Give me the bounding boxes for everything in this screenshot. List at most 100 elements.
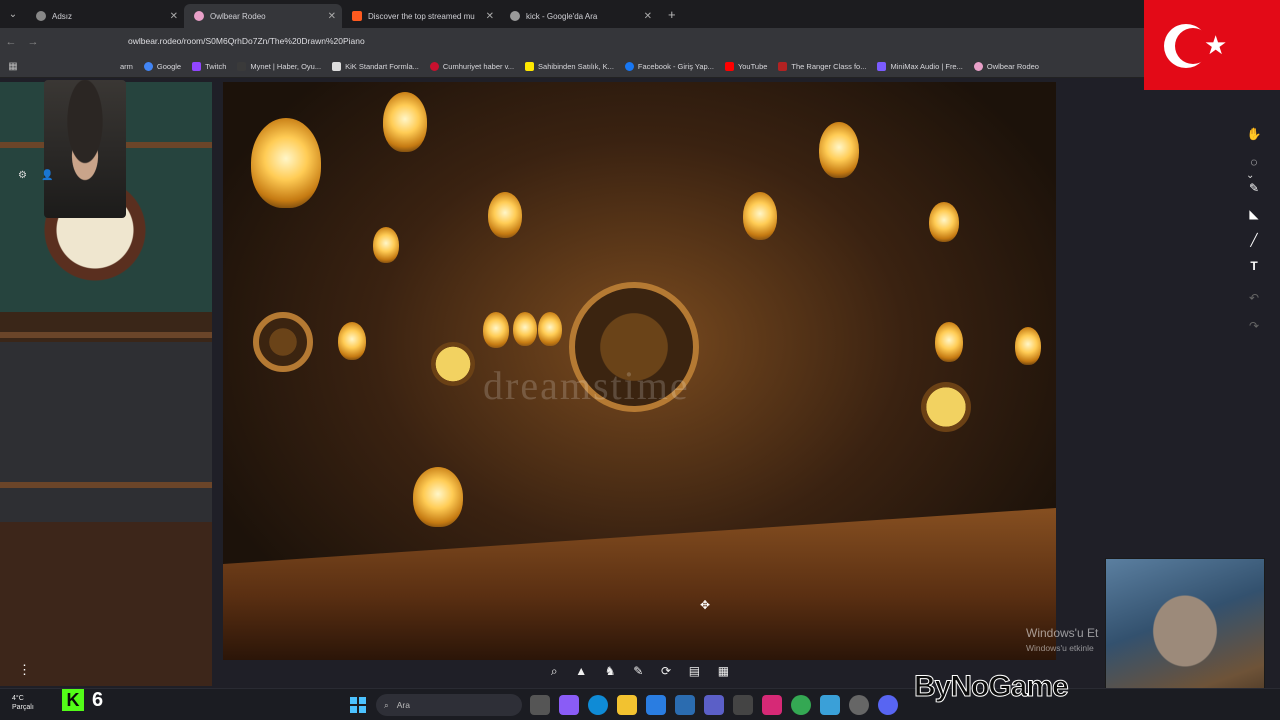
- kick-count: 6: [92, 689, 104, 711]
- vpn-icon[interactable]: [820, 695, 840, 715]
- app-icon[interactable]: [733, 695, 753, 715]
- lasso-icon[interactable]: ◌: [1246, 154, 1262, 170]
- bottom-toolbar: ⌕ ▲ ♞ ✎ ⟳ ▤ ▦: [542, 658, 738, 684]
- bookmark-label: arm: [120, 62, 133, 71]
- gear: [253, 312, 313, 372]
- turkish-flag-overlay: ★: [1144, 0, 1280, 90]
- bell-icon[interactable]: ▲: [575, 664, 587, 678]
- app-icon[interactable]: [849, 695, 869, 715]
- tab-favicon: [194, 11, 204, 21]
- bookmark-item[interactable]: Twitch: [192, 62, 226, 71]
- user-icon[interactable]: 👤: [41, 170, 53, 181]
- rotate-icon[interactable]: ⟳: [661, 664, 671, 678]
- edge-icon[interactable]: [588, 695, 608, 715]
- forward-icon[interactable]: →: [22, 36, 44, 48]
- bookmark-item[interactable]: MiniMax Audio | Fre...: [877, 62, 963, 71]
- weather-temp: 4°C: [12, 695, 24, 702]
- move-cursor-icon: ✥: [700, 598, 711, 612]
- bookmark-label: MiniMax Audio | Fre...: [890, 62, 963, 71]
- mail-icon[interactable]: [675, 695, 695, 715]
- twitch-icon: [192, 62, 202, 71]
- start-tile: [359, 706, 366, 713]
- url-field[interactable]: owlbear.rodeo/room/S0M6QrhDo7Zn/The%20Dr…: [128, 36, 365, 46]
- more-options-icon[interactable]: ⋮: [18, 662, 31, 678]
- back-icon[interactable]: ←: [0, 36, 22, 48]
- text-icon[interactable]: T: [1246, 258, 1262, 274]
- tab-close-icon[interactable]: ✕: [486, 11, 494, 22]
- tab-favicon: [36, 11, 46, 21]
- bookmark-item[interactable]: Facebook - Giriş Yap...: [624, 62, 714, 71]
- store-icon[interactable]: [646, 695, 666, 715]
- new-tab-button[interactable]: +: [668, 7, 676, 22]
- settings-icon[interactable]: ⚙: [18, 170, 27, 181]
- bookmark-label: KiK Standart Formla...: [345, 62, 419, 71]
- cumhuriyet-icon: [429, 62, 439, 71]
- light-bulb: [373, 227, 399, 263]
- bookmark-label: The Ranger Class fo...: [791, 62, 867, 71]
- measure-icon[interactable]: ◣: [1246, 206, 1262, 222]
- taskbar-search[interactable]: ⌕ Ara: [376, 694, 522, 716]
- tab-2[interactable]: Owlbear Rodeo ✕: [184, 4, 342, 28]
- tab-3[interactable]: Discover the top streamed mu ✕: [342, 4, 500, 28]
- bookmark-item[interactable]: arm: [120, 62, 133, 71]
- pencil-icon[interactable]: ✎: [1246, 180, 1262, 196]
- bookmark-label: Cumhuriyet haber v...: [442, 62, 515, 71]
- start-tile: [359, 697, 366, 704]
- grid-icon[interactable]: ▦: [718, 664, 729, 678]
- bookmark-item[interactable]: Sahibinden Satılık, K...: [525, 62, 614, 71]
- bookmark-item[interactable]: Mynet | Haber, Oyu...: [237, 62, 321, 71]
- apps-icon[interactable]: ▦: [0, 61, 26, 72]
- bookmark-item[interactable]: KiK Standart Formla...: [332, 62, 419, 71]
- bookmark-item[interactable]: Google: [143, 62, 181, 71]
- start-tile: [350, 706, 357, 713]
- bookmark-item[interactable]: Cumhuriyet haber v...: [429, 62, 515, 71]
- bynogame-logo: ByNoGame: [914, 670, 1070, 704]
- instagram-icon[interactable]: [762, 695, 782, 715]
- bookmark-label: Mynet | Haber, Oyu...: [250, 62, 322, 71]
- horse-icon[interactable]: ♞: [605, 664, 616, 678]
- weather-widget[interactable]: 4°C Parçalı: [12, 694, 34, 712]
- bookmark-item[interactable]: YouTube: [724, 62, 767, 71]
- bookmark-label: Owlbear Rodeo: [986, 62, 1039, 71]
- bookmark-item[interactable]: Owlbear Rodeo: [973, 62, 1039, 71]
- discord-icon[interactable]: [878, 695, 898, 715]
- redo-icon[interactable]: ↷: [1246, 318, 1262, 334]
- light-bulb: [743, 192, 777, 240]
- kik-icon: [332, 62, 342, 71]
- undo-icon[interactable]: ↶: [1246, 290, 1262, 306]
- tab-close-icon[interactable]: ✕: [644, 11, 652, 22]
- shelf: [0, 332, 212, 338]
- light-bulb: [413, 467, 463, 527]
- ranger-icon: [778, 62, 788, 71]
- task-view-icon[interactable]: [530, 695, 550, 715]
- tab-1[interactable]: Adsız ✕: [26, 4, 184, 28]
- tab-search-button[interactable]: ⌄: [0, 0, 26, 28]
- teams-icon[interactable]: [704, 695, 724, 715]
- tab-4[interactable]: kick - Google'da Ara ✕: [500, 4, 658, 28]
- owlbear-canvas[interactable]: dreamstime ⚙ 👤 ⌄ ✋ ◌ ✎ ◣ ╱ T ↶ ↷ ⌕ ▲ ♞ ✎…: [0, 78, 1280, 688]
- explorer-icon[interactable]: [617, 695, 637, 715]
- tab-favicon: [352, 11, 362, 21]
- start-button[interactable]: [350, 697, 366, 713]
- mynet-icon: [237, 62, 247, 71]
- weather-desc: Parçalı: [12, 704, 34, 711]
- tab-title: kick - Google'da Ara: [526, 11, 598, 21]
- hand-icon[interactable]: ✋: [1246, 126, 1262, 142]
- chrome-icon[interactable]: [791, 695, 811, 715]
- brush-icon[interactable]: ╱: [1246, 232, 1262, 248]
- workshop-image[interactable]: dreamstime: [223, 82, 1056, 660]
- gauge: [921, 382, 971, 432]
- bookmark-label: Sahibinden Satılık, K...: [538, 62, 614, 71]
- windows-taskbar: 4°C Parçalı K 6 ⌕ Ara: [0, 688, 1280, 720]
- draw-icon[interactable]: ✎: [633, 664, 643, 678]
- bookmark-label: Facebook - Giriş Yap...: [637, 62, 714, 71]
- light-bulb: [513, 312, 537, 346]
- tab-close-icon[interactable]: ✕: [328, 11, 336, 22]
- left-controls: ⚙ 👤: [18, 170, 53, 181]
- bookmark-item[interactable]: The Ranger Class fo...: [778, 62, 866, 71]
- note-icon[interactable]: ▤: [689, 664, 700, 678]
- zoom-icon[interactable]: ⌕: [551, 664, 558, 679]
- tab-close-icon[interactable]: ✕: [170, 11, 178, 22]
- webcam-overlay: [44, 80, 126, 218]
- copilot-icon[interactable]: [559, 695, 579, 715]
